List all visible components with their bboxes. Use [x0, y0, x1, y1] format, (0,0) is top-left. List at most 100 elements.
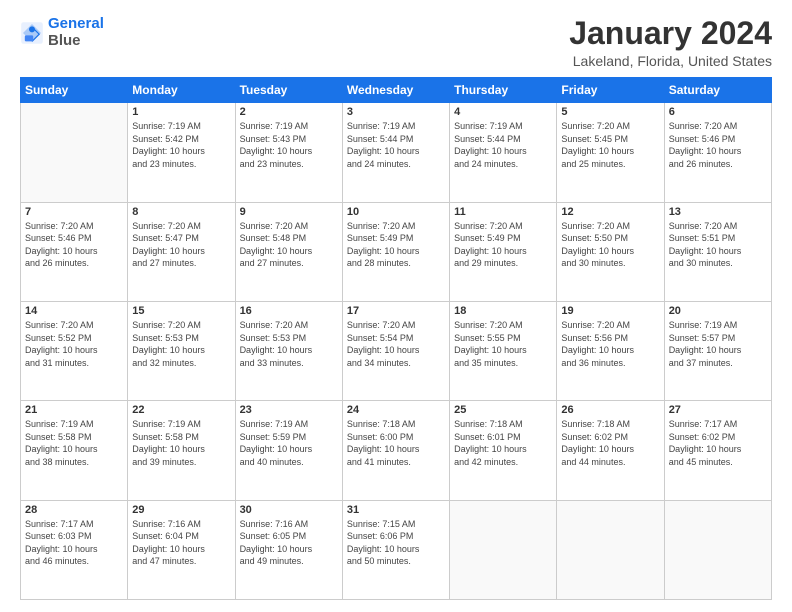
day-number: 26	[561, 404, 659, 416]
day-number: 28	[25, 504, 123, 516]
col-tuesday: Tuesday	[235, 78, 342, 103]
col-thursday: Thursday	[450, 78, 557, 103]
day-info: Sunrise: 7:19 AM Sunset: 5:58 PM Dayligh…	[25, 418, 123, 468]
day-number: 30	[240, 504, 338, 516]
day-number: 2	[240, 106, 338, 118]
day-info: Sunrise: 7:19 AM Sunset: 5:58 PM Dayligh…	[132, 418, 230, 468]
day-number: 17	[347, 305, 445, 317]
logo: General Blue	[20, 16, 104, 49]
day-info: Sunrise: 7:20 AM Sunset: 5:53 PM Dayligh…	[240, 319, 338, 369]
day-number: 13	[669, 206, 767, 218]
day-info: Sunrise: 7:20 AM Sunset: 5:55 PM Dayligh…	[454, 319, 552, 369]
day-number: 12	[561, 206, 659, 218]
day-info: Sunrise: 7:19 AM Sunset: 5:43 PM Dayligh…	[240, 120, 338, 170]
table-row: 4Sunrise: 7:19 AM Sunset: 5:44 PM Daylig…	[450, 103, 557, 202]
table-row	[664, 500, 771, 599]
day-number: 14	[25, 305, 123, 317]
day-info: Sunrise: 7:20 AM Sunset: 5:46 PM Dayligh…	[669, 120, 767, 170]
table-row: 11 Sunrise: 7:20 AM Sunset: 5:49 PM Dayli…	[450, 202, 557, 301]
table-row: 16 Sunrise: 7:20 AM Sunset: 5:53 PM Dayli…	[235, 301, 342, 400]
day-number: 15	[132, 305, 230, 317]
day-info: Sunrise: 7:15 AM Sunset: 6:06 PM Dayligh…	[347, 518, 445, 568]
day-info: Sunrise: 7:20 AM Sunset: 5:47 PM Dayligh…	[132, 220, 230, 270]
calendar-table: Sunday Monday Tuesday Wednesday Thursday…	[20, 77, 772, 600]
day-info: Sunrise: 7:18 AM Sunset: 6:00 PM Dayligh…	[347, 418, 445, 468]
day-info: Sunrise: 7:16 AM Sunset: 6:04 PM Dayligh…	[132, 518, 230, 568]
table-row: 3 Sunrise: 7:19 AM Sunset: 5:44 PM Daylig…	[342, 103, 449, 202]
day-info: Sunrise: 7:19 AM Sunset: 5:44 PM Dayligh…	[347, 120, 445, 170]
day-info: Sunrise: 7:19 AM Sunset: 5:59 PM Dayligh…	[240, 418, 338, 468]
day-info: Sunrise: 7:20 AM Sunset: 5:54 PM Dayligh…	[347, 319, 445, 369]
day-info: Sunrise: 7:17 AM Sunset: 6:03 PM Dayligh…	[25, 518, 123, 568]
day-number: 3	[347, 106, 445, 118]
day-number: 11	[454, 206, 552, 218]
day-number: 9	[240, 206, 338, 218]
calendar-week-row: 28 Sunrise: 7:17 AM Sunset: 6:03 PM Dayli…	[21, 500, 772, 599]
day-number: 5	[561, 106, 659, 118]
col-sunday: Sunday	[21, 78, 128, 103]
table-row: 25 Sunrise: 7:18 AM Sunset: 6:01 PM Dayli…	[450, 401, 557, 500]
day-info: Sunrise: 7:18 AM Sunset: 6:02 PM Dayligh…	[561, 418, 659, 468]
table-row: 29 Sunrise: 7:16 AM Sunset: 6:04 PM Dayli…	[128, 500, 235, 599]
table-row: 14 Sunrise: 7:20 AM Sunset: 5:52 PM Dayli…	[21, 301, 128, 400]
day-number: 6	[669, 106, 767, 118]
table-row: 5 Sunrise: 7:20 AM Sunset: 5:45 PM Daylig…	[557, 103, 664, 202]
table-row: 2 Sunrise: 7:19 AM Sunset: 5:43 PM Daylig…	[235, 103, 342, 202]
day-info: Sunrise: 7:16 AM Sunset: 6:05 PM Dayligh…	[240, 518, 338, 568]
day-number: 7	[25, 206, 123, 218]
col-saturday: Saturday	[664, 78, 771, 103]
day-info: Sunrise: 7:19 AM Sunset: 5:57 PM Dayligh…	[669, 319, 767, 369]
table-row: 22 Sunrise: 7:19 AM Sunset: 5:58 PM Dayli…	[128, 401, 235, 500]
logo-text: General Blue	[48, 16, 104, 49]
day-info: Sunrise: 7:20 AM Sunset: 5:52 PM Dayligh…	[25, 319, 123, 369]
table-row: 30 Sunrise: 7:16 AM Sunset: 6:05 PM Dayli…	[235, 500, 342, 599]
day-info: Sunrise: 7:20 AM Sunset: 5:56 PM Dayligh…	[561, 319, 659, 369]
day-number: 16	[240, 305, 338, 317]
day-info: Sunrise: 7:20 AM Sunset: 5:46 PM Dayligh…	[25, 220, 123, 270]
day-info: Sunrise: 7:20 AM Sunset: 5:51 PM Dayligh…	[669, 220, 767, 270]
calendar-week-row: 21Sunrise: 7:19 AM Sunset: 5:58 PM Dayli…	[21, 401, 772, 500]
day-number: 29	[132, 504, 230, 516]
day-number: 22	[132, 404, 230, 416]
day-number: 1	[132, 106, 230, 118]
calendar-header-row: Sunday Monday Tuesday Wednesday Thursday…	[21, 78, 772, 103]
calendar-week-row: 14 Sunrise: 7:20 AM Sunset: 5:52 PM Dayli…	[21, 301, 772, 400]
table-row: 12Sunrise: 7:20 AM Sunset: 5:50 PM Dayli…	[557, 202, 664, 301]
day-info: Sunrise: 7:20 AM Sunset: 5:45 PM Dayligh…	[561, 120, 659, 170]
table-row: 8 Sunrise: 7:20 AM Sunset: 5:47 PM Daylig…	[128, 202, 235, 301]
table-row	[21, 103, 128, 202]
table-row: 24Sunrise: 7:18 AM Sunset: 6:00 PM Dayli…	[342, 401, 449, 500]
table-row: 23 Sunrise: 7:19 AM Sunset: 5:59 PM Dayli…	[235, 401, 342, 500]
table-row: 15Sunrise: 7:20 AM Sunset: 5:53 PM Dayli…	[128, 301, 235, 400]
title-block: January 2024 Lakeland, Florida, United S…	[569, 16, 772, 69]
day-number: 10	[347, 206, 445, 218]
table-row: 20 Sunrise: 7:19 AM Sunset: 5:57 PM Dayli…	[664, 301, 771, 400]
table-row: 31 Sunrise: 7:15 AM Sunset: 6:06 PM Dayli…	[342, 500, 449, 599]
table-row: 17 Sunrise: 7:20 AM Sunset: 5:54 PM Dayli…	[342, 301, 449, 400]
table-row: 27Sunrise: 7:17 AM Sunset: 6:02 PM Dayli…	[664, 401, 771, 500]
col-wednesday: Wednesday	[342, 78, 449, 103]
calendar-week-row: 1 Sunrise: 7:19 AM Sunset: 5:42 PM Daylig…	[21, 103, 772, 202]
day-info: Sunrise: 7:20 AM Sunset: 5:49 PM Dayligh…	[347, 220, 445, 270]
header: General Blue January 2024 Lakeland, Flor…	[20, 16, 772, 69]
day-info: Sunrise: 7:20 AM Sunset: 5:48 PM Dayligh…	[240, 220, 338, 270]
table-row: 28 Sunrise: 7:17 AM Sunset: 6:03 PM Dayli…	[21, 500, 128, 599]
table-row: 10 Sunrise: 7:20 AM Sunset: 5:49 PM Dayli…	[342, 202, 449, 301]
day-number: 18	[454, 305, 552, 317]
day-number: 19	[561, 305, 659, 317]
day-number: 23	[240, 404, 338, 416]
logo-icon	[20, 21, 44, 45]
table-row: 7 Sunrise: 7:20 AM Sunset: 5:46 PM Daylig…	[21, 202, 128, 301]
day-info: Sunrise: 7:19 AM Sunset: 5:44 PM Dayligh…	[454, 120, 552, 170]
day-info: Sunrise: 7:20 AM Sunset: 5:49 PM Dayligh…	[454, 220, 552, 270]
day-number: 31	[347, 504, 445, 516]
day-info: Sunrise: 7:18 AM Sunset: 6:01 PM Dayligh…	[454, 418, 552, 468]
table-row: 13 Sunrise: 7:20 AM Sunset: 5:51 PM Dayli…	[664, 202, 771, 301]
day-number: 8	[132, 206, 230, 218]
day-info: Sunrise: 7:19 AM Sunset: 5:42 PM Dayligh…	[132, 120, 230, 170]
col-friday: Friday	[557, 78, 664, 103]
day-number: 25	[454, 404, 552, 416]
day-number: 20	[669, 305, 767, 317]
table-row	[557, 500, 664, 599]
day-info: Sunrise: 7:17 AM Sunset: 6:02 PM Dayligh…	[669, 418, 767, 468]
